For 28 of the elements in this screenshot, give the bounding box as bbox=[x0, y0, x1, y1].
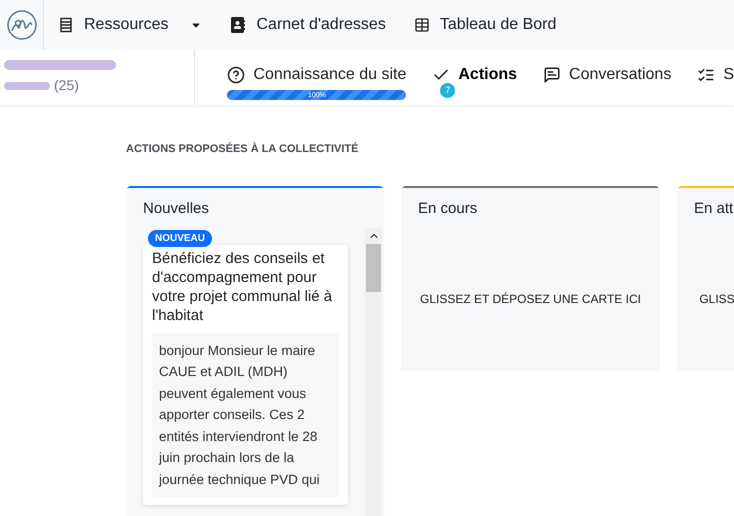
table-icon bbox=[414, 17, 430, 33]
card-message: bonjour Monsieur le maire CAUE et ADIL (MDH) peuvent également vous apporter conseils. Ces 2 entités interviendront le 28 juin prochain lors de la journée technique PVD qui bbox=[152, 332, 339, 497]
dropdown-menu[interactable]: Ressources bbox=[58, 13, 202, 37]
drop-zone: GLISS bbox=[677, 228, 734, 370]
action-card[interactable] bbox=[143, 244, 348, 505]
scrollbar[interactable] bbox=[365, 228, 382, 516]
count-badge: 7 bbox=[440, 83, 456, 98]
contacts-icon bbox=[230, 17, 246, 33]
tab[interactable]: S bbox=[697, 63, 734, 87]
chat-icon bbox=[543, 66, 562, 84]
nav-link[interactable]: Tableau de Bord bbox=[414, 13, 556, 37]
drop-zone: GLISSEZ ET DÉPOSEZ UNE CARTE ICI bbox=[401, 228, 660, 370]
project-count: (25) bbox=[54, 76, 79, 95]
card-title: Bénéficiez des conseils et d'accompagnement pour votre projet communal lié à l'habitat bbox=[152, 248, 334, 324]
new-badge: NOUVEAU bbox=[148, 230, 212, 246]
column-title: Nouvelles bbox=[142, 198, 210, 218]
checklist-icon bbox=[697, 66, 716, 84]
scrollbar-thumb[interactable] bbox=[366, 244, 381, 292]
logo-icon[interactable] bbox=[6, 9, 38, 41]
help-icon bbox=[227, 66, 246, 84]
list-icon bbox=[58, 17, 74, 33]
column-title: En cours bbox=[417, 198, 478, 218]
section-title: ACTIONS PROPOSÉES À LA COLLECTIVITÉ bbox=[126, 141, 360, 157]
nav-link[interactable]: Carnet d'adresses bbox=[230, 13, 386, 37]
redaction-mark bbox=[4, 80, 50, 90]
column-title: En att bbox=[693, 198, 734, 218]
tab[interactable]: Conversations bbox=[543, 63, 672, 87]
tab[interactable]: Connaissance du site bbox=[227, 63, 406, 87]
